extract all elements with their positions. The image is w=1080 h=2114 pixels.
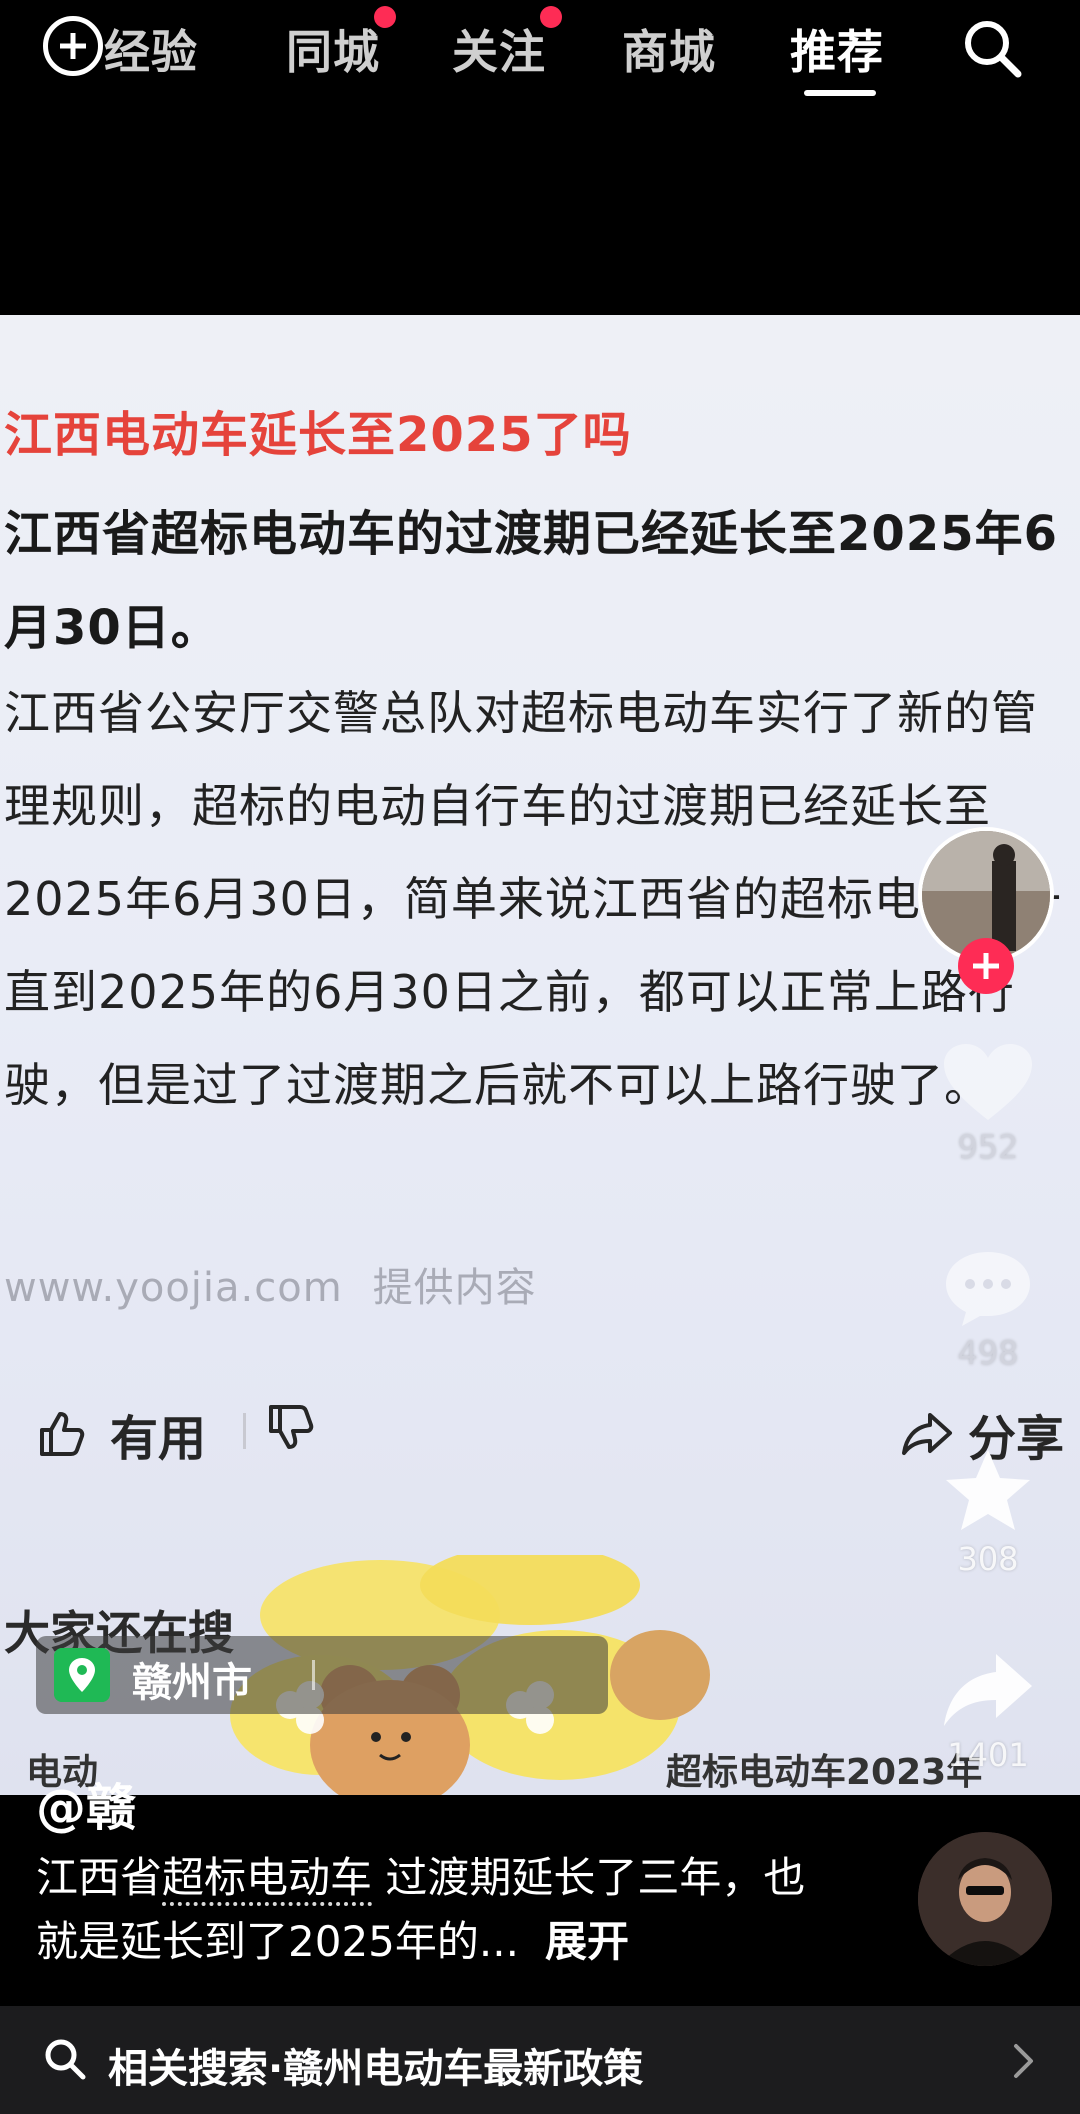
star-icon [946, 1450, 1030, 1530]
thumb-down-icon [269, 1405, 314, 1449]
location-chip[interactable]: 赣州市 [36, 1636, 608, 1714]
video-caption: 江西省超标电动车 过渡期延长了三年，也就是延长到了2025年的... 展开 [36, 1853, 806, 1966]
video-title: 江西电动车延长至2025了吗 [4, 407, 632, 463]
chevron-right-icon [1014, 2044, 1033, 2078]
share-button[interactable]: 1401 [920, 1648, 1056, 1774]
avatar-image [918, 1832, 1052, 1966]
expand-button[interactable]: 展开 [545, 1917, 629, 1966]
notification-dot [540, 6, 562, 28]
divider [243, 1413, 246, 1449]
useful-button: 有用 [36, 1399, 206, 1469]
related-search-text: 相关搜索·赣州电动车最新政策 [108, 2046, 644, 2092]
article-actions: 有用 分享 [0, 1395, 1080, 1467]
tab-experience[interactable]: 经验 [104, 16, 198, 82]
video-headline: 江西省超标电动车的过渡期已经延长至2025年6月30日。 [4, 506, 1058, 656]
active-tab-indicator [804, 90, 876, 96]
tab-recommend[interactable]: 推荐 [790, 16, 884, 82]
follow-button[interactable] [958, 938, 1014, 994]
add-icon[interactable] [43, 16, 103, 76]
author-name[interactable]: @赣 [36, 1768, 136, 1840]
divider [312, 1660, 315, 1690]
search-icon [45, 2039, 86, 2080]
source-line: www.yoojia.com 提供内容 [4, 1255, 537, 1313]
favorite-button[interactable]: 308 [920, 1446, 1056, 1578]
video-body-text: 江西省公安厅交警总队对超标电动车实行了新的管理规则，超标的电动自行车的过渡期已经… [4, 686, 1062, 1112]
source-site: www.yoojia.com [4, 1265, 343, 1311]
like-button[interactable]: 952 [920, 1040, 1056, 1166]
comment-icon [946, 1252, 1030, 1326]
search-icon[interactable] [958, 14, 1026, 82]
top-navigation: 经验 同城 关注 商城 推荐 [0, 0, 1080, 100]
related-search-bar[interactable]: 相关搜索·赣州电动车最新政策 [0, 2006, 1080, 2114]
comment-button[interactable]: 498 [920, 1246, 1056, 1372]
notification-dot [374, 6, 396, 28]
music-disc-avatar[interactable] [918, 1832, 1052, 1966]
share-icon [944, 1654, 1032, 1726]
source-label: 提供内容 [372, 1265, 537, 1311]
tab-following[interactable]: 关注 [452, 6, 562, 82]
caption-keyword-link[interactable]: 超标电动车 [162, 1853, 373, 1906]
heart-icon [944, 1044, 1032, 1120]
tab-mall[interactable]: 商城 [622, 16, 716, 82]
location-pin-icon [54, 1648, 110, 1702]
video-frame[interactable]: 江西电动车延长至2025了吗 江西省超标电动车的过渡期已经延长至2025年6月3… [0, 315, 1080, 1795]
thumb-up-icon [40, 1412, 85, 1456]
tab-local[interactable]: 同城 [286, 6, 396, 82]
